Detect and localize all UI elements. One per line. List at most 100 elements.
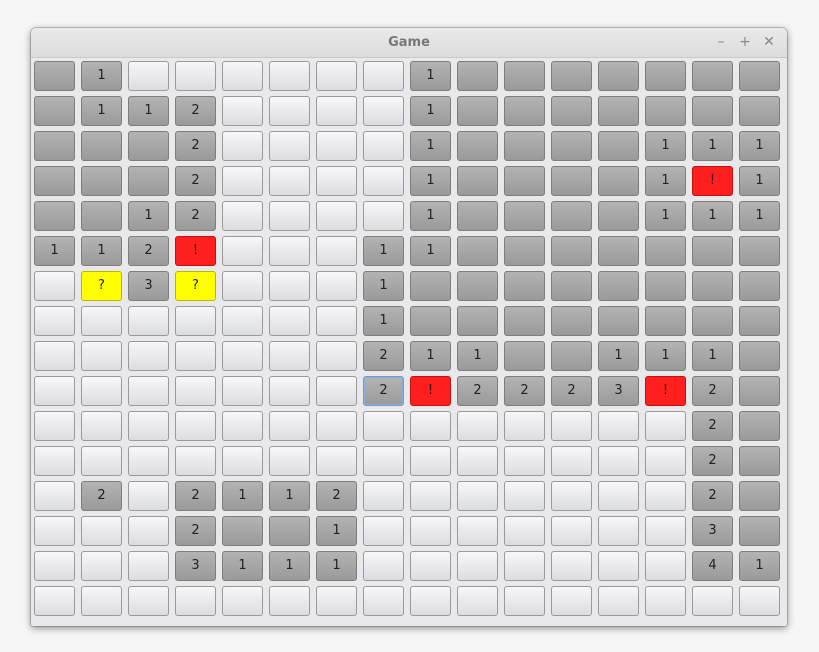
cell-revealed[interactable]	[739, 236, 780, 266]
cell-revealed[interactable]	[504, 341, 545, 371]
cell-revealed[interactable]: 2	[81, 481, 122, 511]
cell-covered[interactable]	[551, 411, 592, 441]
cell-covered[interactable]	[598, 411, 639, 441]
cell-revealed[interactable]: 2	[363, 341, 404, 371]
cell-revealed[interactable]	[457, 236, 498, 266]
cell-covered[interactable]	[363, 481, 404, 511]
cell-covered[interactable]	[34, 586, 75, 616]
cell-revealed[interactable]	[739, 96, 780, 126]
cell-covered[interactable]	[175, 411, 216, 441]
cell-covered[interactable]	[81, 341, 122, 371]
cell-revealed[interactable]	[457, 166, 498, 196]
cell-covered[interactable]	[128, 446, 169, 476]
cell-covered[interactable]	[34, 481, 75, 511]
cell-revealed[interactable]	[551, 166, 592, 196]
cell-revealed[interactable]	[410, 271, 451, 301]
cell-revealed[interactable]	[692, 61, 733, 91]
cell-revealed[interactable]: 1	[269, 551, 310, 581]
cell-revealed[interactable]	[504, 306, 545, 336]
cell-revealed[interactable]	[222, 516, 263, 546]
cell-covered[interactable]	[34, 551, 75, 581]
cell-revealed[interactable]: 1	[363, 271, 404, 301]
cell-covered[interactable]	[81, 376, 122, 406]
cell-covered[interactable]	[81, 551, 122, 581]
cell-revealed[interactable]: 1	[410, 131, 451, 161]
cell-revealed[interactable]: 1	[410, 341, 451, 371]
cell-revealed[interactable]	[504, 166, 545, 196]
cell-question[interactable]: ?	[81, 271, 122, 301]
cell-covered[interactable]	[269, 61, 310, 91]
cell-revealed[interactable]: 1	[81, 61, 122, 91]
cell-covered[interactable]	[363, 551, 404, 581]
cell-revealed[interactable]: 3	[598, 376, 639, 406]
cell-revealed[interactable]: 3	[692, 516, 733, 546]
cell-covered[interactable]	[457, 551, 498, 581]
cell-revealed[interactable]: 1	[128, 201, 169, 231]
cell-revealed[interactable]: 2	[551, 376, 592, 406]
cell-covered[interactable]	[363, 96, 404, 126]
cell-covered[interactable]	[128, 61, 169, 91]
cell-revealed[interactable]	[598, 61, 639, 91]
cell-covered[interactable]	[128, 586, 169, 616]
close-icon[interactable]: ✕	[761, 33, 777, 51]
cell-covered[interactable]	[269, 236, 310, 266]
cell-revealed[interactable]	[739, 306, 780, 336]
cell-covered[interactable]	[457, 586, 498, 616]
cell-revealed[interactable]: 2	[175, 516, 216, 546]
cell-revealed[interactable]: 2	[175, 96, 216, 126]
cell-covered[interactable]	[269, 96, 310, 126]
cell-covered[interactable]	[739, 586, 780, 616]
cell-revealed[interactable]: 4	[692, 551, 733, 581]
cell-revealed[interactable]	[551, 271, 592, 301]
cell-revealed[interactable]	[598, 201, 639, 231]
cell-covered[interactable]	[34, 306, 75, 336]
cell-revealed[interactable]: 2	[457, 376, 498, 406]
cell-revealed[interactable]	[645, 61, 686, 91]
cell-revealed[interactable]: 1	[739, 201, 780, 231]
cell-covered[interactable]	[128, 481, 169, 511]
cell-covered[interactable]	[316, 166, 357, 196]
cell-revealed[interactable]	[504, 201, 545, 231]
cell-revealed[interactable]: 1	[81, 96, 122, 126]
cell-revealed[interactable]	[645, 306, 686, 336]
cell-covered[interactable]	[222, 61, 263, 91]
cell-covered[interactable]	[316, 61, 357, 91]
cell-revealed[interactable]: 1	[645, 341, 686, 371]
cell-covered[interactable]	[363, 411, 404, 441]
cell-revealed[interactable]: 1	[692, 341, 733, 371]
cell-covered[interactable]	[363, 201, 404, 231]
cell-covered[interactable]	[316, 586, 357, 616]
cell-revealed[interactable]	[645, 96, 686, 126]
title-bar[interactable]: Game – + ✕	[31, 28, 787, 58]
cell-revealed[interactable]	[598, 131, 639, 161]
cell-revealed[interactable]	[551, 131, 592, 161]
cell-revealed[interactable]	[504, 131, 545, 161]
cell-revealed[interactable]	[457, 96, 498, 126]
cell-revealed[interactable]: 1	[457, 341, 498, 371]
cell-revealed[interactable]	[692, 236, 733, 266]
cell-covered[interactable]	[410, 446, 451, 476]
cell-covered[interactable]	[81, 306, 122, 336]
cell-covered[interactable]	[363, 61, 404, 91]
cell-revealed[interactable]: 1	[222, 481, 263, 511]
cell-covered[interactable]	[410, 586, 451, 616]
cell-revealed[interactable]: 1	[410, 166, 451, 196]
cell-covered[interactable]	[34, 446, 75, 476]
cell-covered[interactable]	[504, 586, 545, 616]
cell-revealed[interactable]	[598, 306, 639, 336]
cell-flagged[interactable]: !	[645, 376, 686, 406]
cell-flagged[interactable]: !	[692, 166, 733, 196]
cell-covered[interactable]	[410, 481, 451, 511]
cell-covered[interactable]	[457, 516, 498, 546]
cell-covered[interactable]	[222, 201, 263, 231]
cell-covered[interactable]	[316, 96, 357, 126]
cell-revealed[interactable]: 2	[316, 481, 357, 511]
cell-covered[interactable]	[410, 551, 451, 581]
cell-revealed[interactable]	[410, 306, 451, 336]
cell-flagged[interactable]: !	[410, 376, 451, 406]
cell-covered[interactable]	[34, 341, 75, 371]
cell-revealed[interactable]	[504, 61, 545, 91]
cell-revealed[interactable]: 2	[175, 131, 216, 161]
cell-covered[interactable]	[645, 551, 686, 581]
cell-revealed[interactable]: 1	[598, 341, 639, 371]
